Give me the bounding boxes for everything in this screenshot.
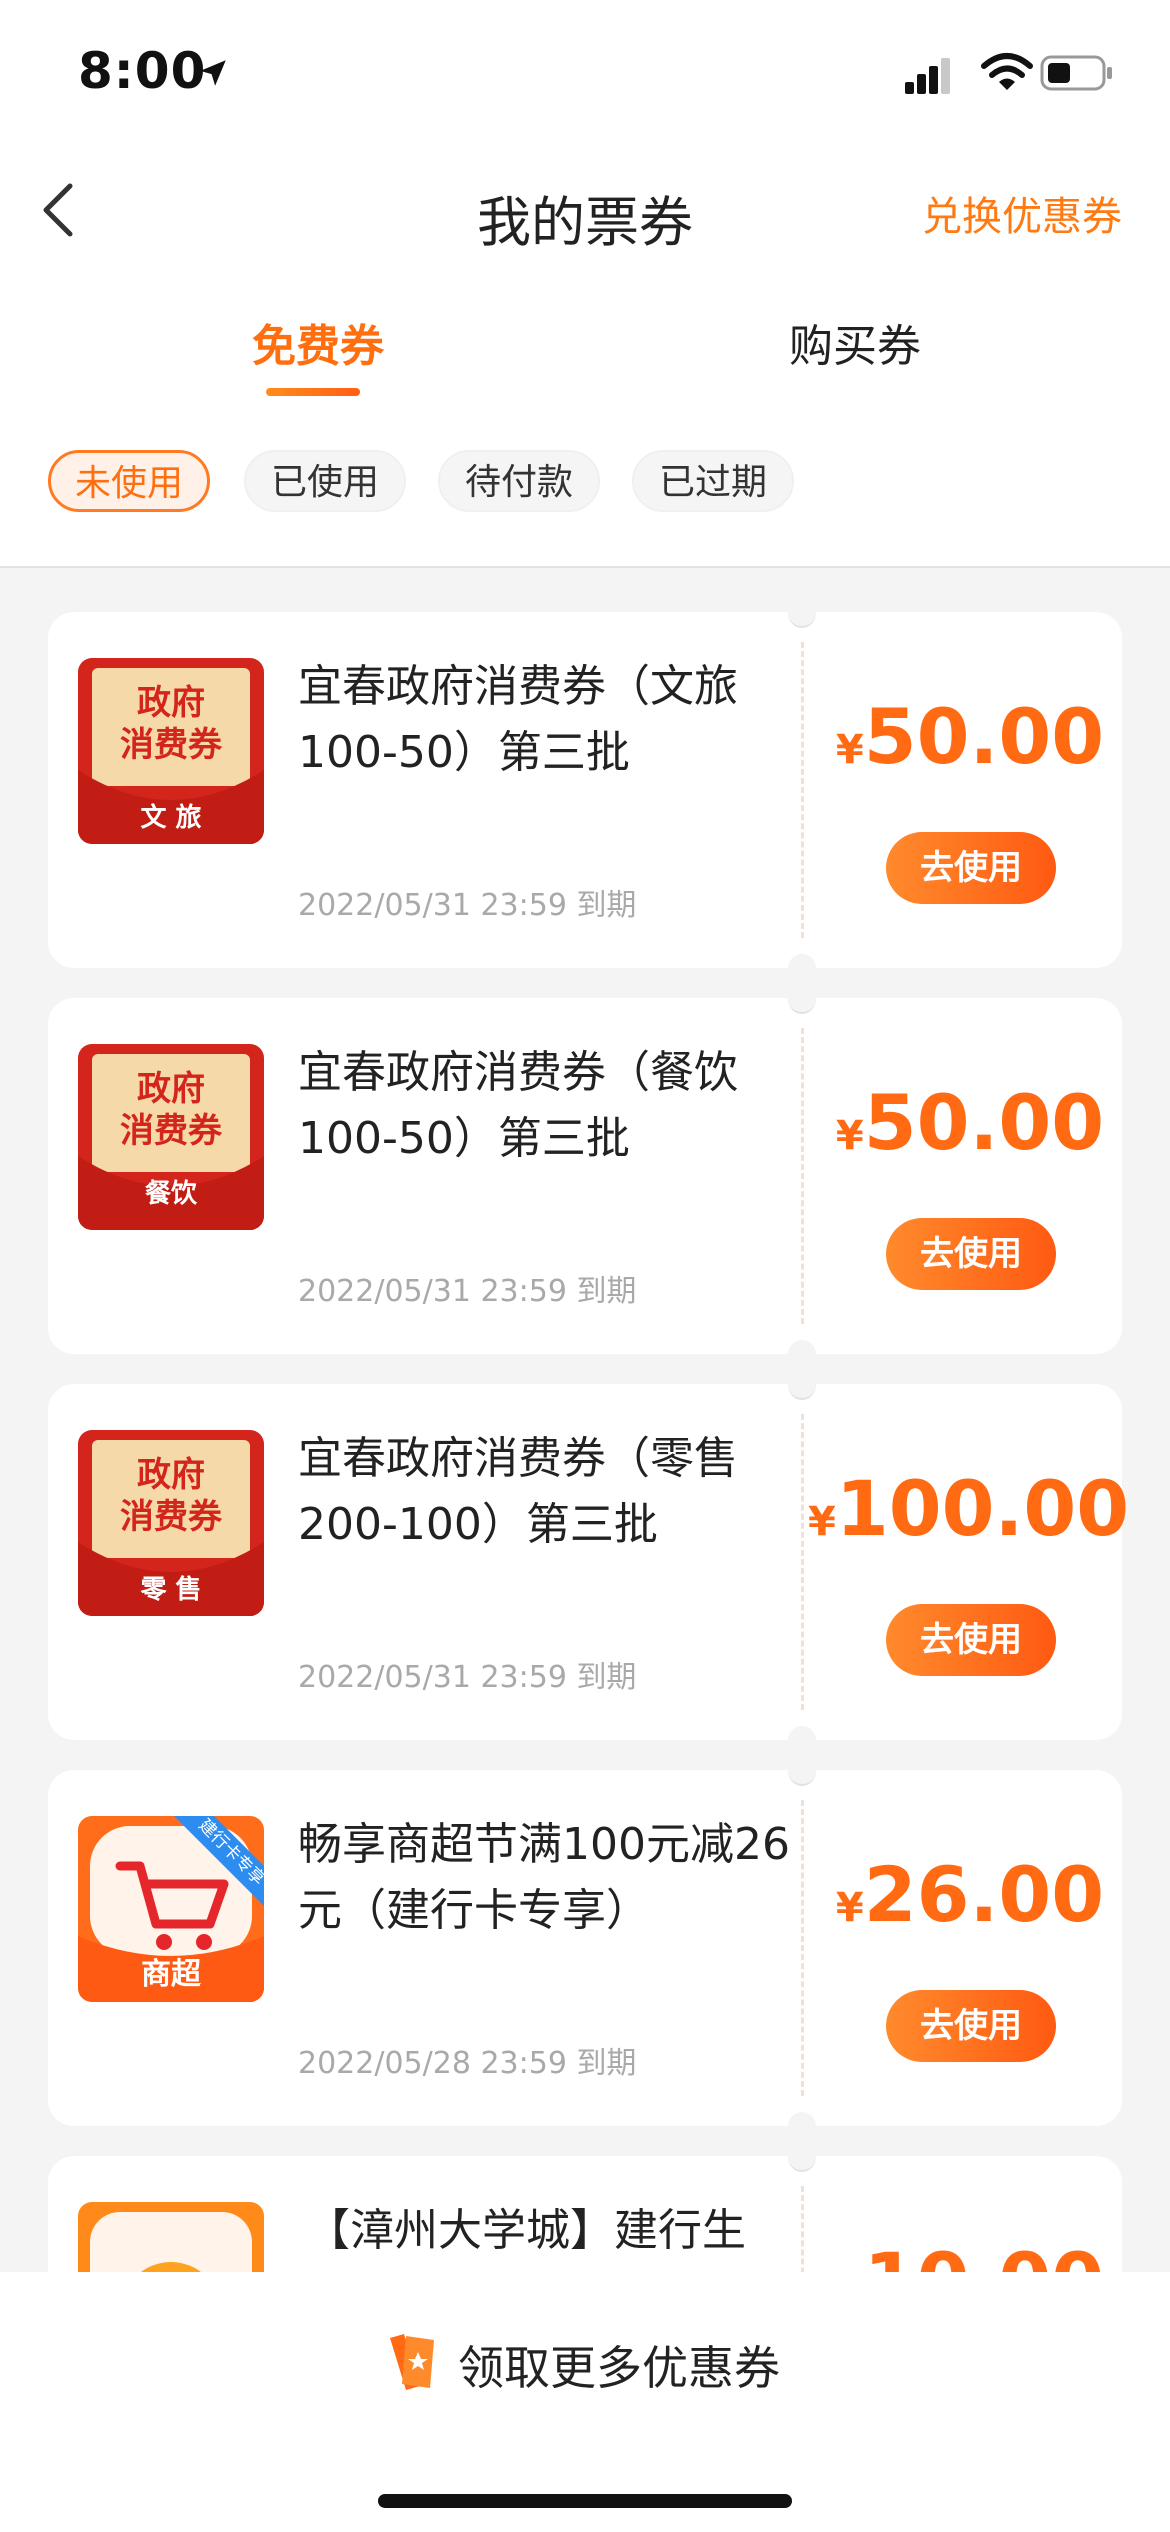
top-panel: 8:00 我的票券 兑换优惠券 免费券 购买券 未使用 已使用 待付款 已过期 [0,0,1170,568]
government-voucher-icon: 政府 消费券 零 售 [78,1430,264,1616]
nav-bar: 我的票券 兑换优惠券 [0,150,1170,270]
coupon-card[interactable]: 政府 消费券 零 售 宜春政府消费券（零售200-100）第三批 2022/05… [48,1370,1130,1754]
exchange-coupon-link[interactable]: 兑换优惠券 [922,184,1122,242]
card-divider [801,642,804,938]
status-bar: 8:00 [0,0,1170,150]
status-time: 8:00 [78,42,207,100]
coupon-tabs: 免费券 购买券 [0,300,1170,410]
svg-text:餐饮: 餐饮 [145,1179,198,1209]
card-divider [801,1028,804,1324]
coupon-title: 宜春政府消费券（文旅100-50）第三批 [298,661,738,778]
coupon-title: 宜春政府消费券（餐饮100-50）第三批 [298,1047,738,1164]
svg-text:零 售: 零 售 [140,1574,201,1605]
tab-free-coupons[interactable]: 免费券 [238,310,398,374]
coupon-value: ¥50.00 [835,1078,1105,1167]
coupon-title: 畅享商超节满100元减26元（建行卡专享） [298,1819,790,1936]
svg-text:消费券: 消费券 [120,1497,223,1537]
government-voucher-icon: 政府 消费券 文 旅 [78,658,264,844]
shopping-cart-icon: 建行卡专享 商超 [78,1816,264,2002]
wifi-icon [981,53,1033,90]
coupon-value: ¥26.00 [835,1850,1105,1939]
get-more-coupons-label: 领取更多优惠券 [458,2341,780,2395]
card-divider [801,1800,804,2096]
tab-purchased-coupons[interactable]: 购买券 [770,310,940,374]
use-coupon-button[interactable]: 去使用 [886,832,1056,904]
svg-text:消费券: 消费券 [120,725,223,765]
coupon-card[interactable]: 建行卡专享 商超 畅享商超节满100元减26元（建行卡专享） 2022/05/2… [48,1756,1122,2140]
filter-used[interactable]: 已使用 [244,450,406,512]
svg-text:政府: 政府 [137,1455,205,1495]
tab-active-indicator [266,388,360,396]
coupon-value: ¥50.00 [835,692,1105,781]
home-indicator [378,2494,792,2508]
use-coupon-button[interactable]: 去使用 [886,1990,1056,2062]
bottom-bar: 领取更多优惠券 [0,2272,1170,2532]
coupon-title: 【漳州大学城】建行生 [306,2205,746,2256]
svg-text:消费券: 消费券 [120,1111,223,1151]
location-arrow-icon [200,60,226,86]
coupon-expiry: 2022/05/28 23:59 到期 [298,2046,637,2081]
coupon-expiry: 2022/05/31 23:59 到期 [298,1274,637,1309]
coupon-value: ¥100.00 [808,1464,1130,1553]
coupon-card[interactable]: 政府 消费券 文 旅 宜春政府消费券（文旅100-50）第三批 2022/05/… [48,598,1122,982]
battery-icon [1040,55,1112,91]
filter-unused[interactable]: 未使用 [48,450,210,512]
svg-text:商超: 商超 [141,1957,202,1992]
coupon-title: 宜春政府消费券（零售200-100）第三批 [298,1433,738,1550]
coupon-expiry: 2022/05/31 23:59 到期 [298,888,637,923]
svg-text:政府: 政府 [137,683,205,723]
use-coupon-button[interactable]: 去使用 [886,1218,1056,1290]
use-coupon-button[interactable]: 去使用 [886,1604,1056,1676]
filter-expired[interactable]: 已过期 [632,450,794,512]
card-divider [801,1414,804,1710]
filter-pending-payment[interactable]: 待付款 [438,450,600,512]
coupon-card[interactable]: 政府 消费券 餐饮 宜春政府消费券（餐饮100-50）第三批 2022/05/3… [48,984,1122,1368]
svg-text:政府: 政府 [137,1069,205,1109]
ticket-icon [390,2334,434,2390]
coupon-expiry: 2022/05/31 23:59 到期 [298,1660,637,1695]
svg-text:文 旅: 文 旅 [140,802,201,833]
cellular-signal-icon [905,58,950,94]
government-voucher-icon: 政府 消费券 餐饮 [78,1044,264,1230]
